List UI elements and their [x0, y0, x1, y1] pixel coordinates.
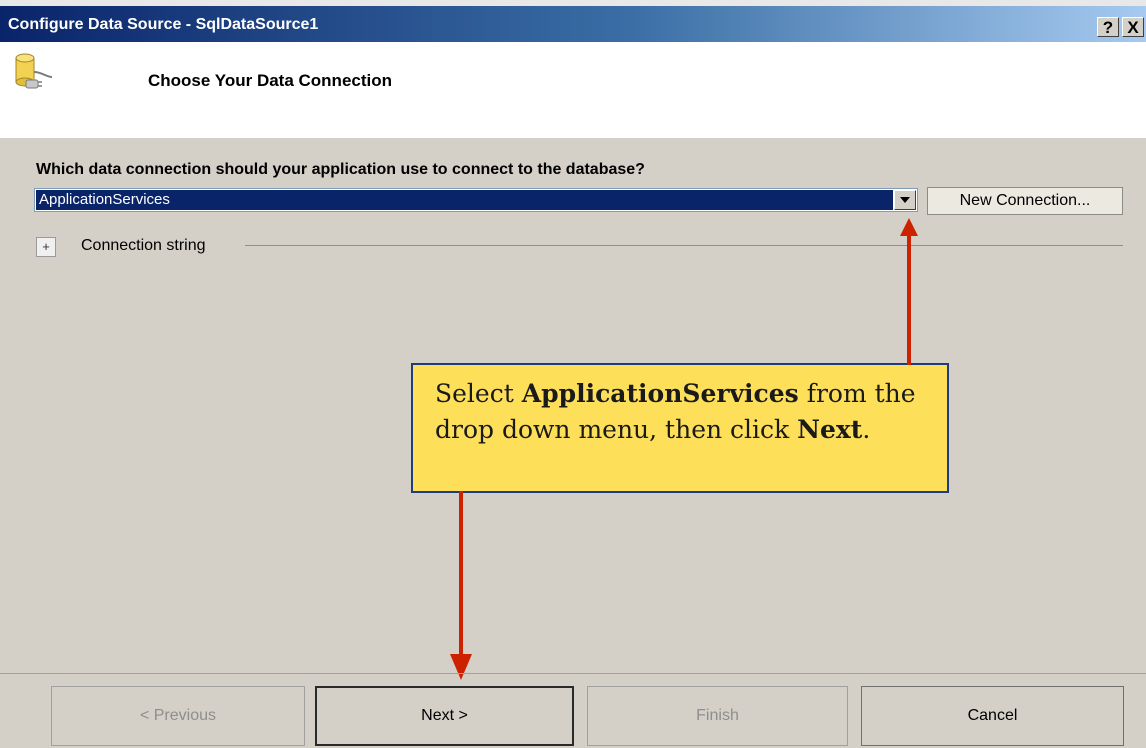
page-title: Choose Your Data Connection: [148, 71, 393, 90]
previous-button[interactable]: < Previous: [51, 686, 305, 746]
instruction-callout: Select ApplicationServices from the drop…: [411, 363, 949, 493]
callout-text-3: .: [862, 415, 871, 444]
chevron-down-icon[interactable]: [894, 190, 916, 210]
next-button[interactable]: Next >: [315, 686, 574, 746]
arrow-to-dropdown: [900, 218, 918, 365]
callout-bold-2: Next: [797, 415, 863, 444]
connection-string-label[interactable]: Connection string: [81, 237, 206, 255]
new-connection-button[interactable]: New Connection...: [927, 187, 1123, 215]
footer-divider: [0, 673, 1146, 674]
window-title: Configure Data Source - SqlDataSource1: [8, 16, 319, 33]
connection-select[interactable]: ApplicationServices: [34, 188, 918, 212]
close-button[interactable]: X: [1122, 17, 1144, 37]
cancel-button[interactable]: Cancel: [861, 686, 1124, 746]
connection-select-value[interactable]: ApplicationServices: [36, 190, 893, 210]
help-button[interactable]: ?: [1097, 17, 1119, 37]
group-divider: [245, 245, 1123, 246]
title-bar: Configure Data Source - SqlDataSource1 ?…: [0, 0, 1146, 42]
arrow-to-next: [450, 491, 472, 680]
database-plug-icon: [8, 50, 64, 97]
callout-text-1: Select: [435, 379, 522, 408]
wizard-header: Choose Your Data Connection: [0, 42, 1146, 138]
finish-button[interactable]: Finish: [587, 686, 848, 746]
callout-bold-1: ApplicationServices: [521, 379, 799, 408]
expand-icon[interactable]: +: [36, 237, 56, 257]
connection-question-label: Which data connection should your applic…: [36, 161, 645, 178]
